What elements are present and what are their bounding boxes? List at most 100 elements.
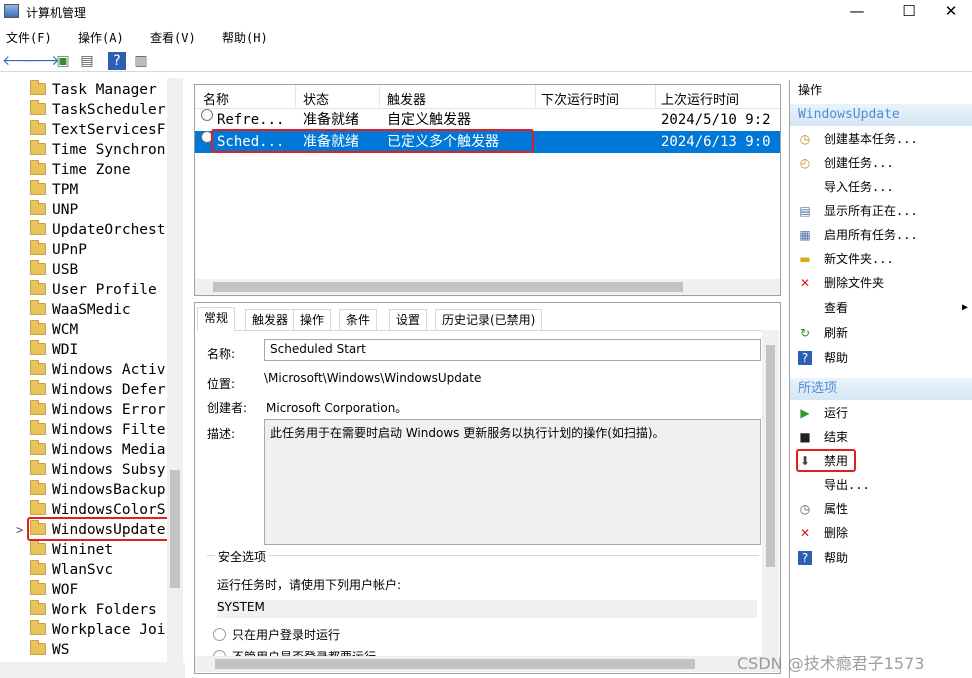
tree-item[interactable]: TaskScheduler	[30, 100, 166, 120]
forward-arrow-icon[interactable]: 🡒	[22, 52, 60, 70]
tab-triggers[interactable]: 触发器	[245, 309, 296, 331]
folder-icon	[30, 640, 46, 655]
highlight-box-task	[211, 129, 534, 153]
action-properties[interactable]: ◷ 属性	[790, 498, 972, 520]
action-run[interactable]: ▶ 运行	[790, 402, 972, 424]
action-export[interactable]: 导出...	[790, 474, 972, 496]
actions-header: 操作	[798, 83, 823, 97]
menu-action[interactable]: 操作(A)	[78, 29, 124, 46]
radio-logged-on-only[interactable]: 只在用户登录时运行	[213, 626, 340, 643]
action-enable-history[interactable]: ▦ 启用所有任务...	[790, 224, 972, 246]
menu-view[interactable]: 查看(V)	[150, 29, 196, 46]
tree-item[interactable]: Wininet	[30, 540, 113, 560]
column-divider[interactable]	[535, 85, 536, 109]
up-folder-icon[interactable]: ▣	[54, 52, 72, 70]
column-name[interactable]: 名称	[203, 89, 229, 108]
scroll-thumb[interactable]	[215, 659, 695, 669]
tab-actions[interactable]: 操作	[293, 309, 332, 331]
detail-vertical-scrollbar[interactable]	[762, 330, 779, 660]
tree-item[interactable]: Work Folders	[30, 600, 157, 620]
tree-item[interactable]: WS	[30, 640, 69, 660]
tree-item[interactable]: TextServicesF	[30, 120, 166, 140]
run-as-label: 运行任务时，请使用下列用户帐户:	[217, 578, 402, 592]
tree-item[interactable]: Windows Defer	[30, 380, 166, 400]
action-create-basic-task[interactable]: ◷ 创建基本任务...	[790, 128, 972, 150]
action-refresh[interactable]: ↻ 刷新	[790, 322, 972, 344]
tree-item[interactable]: WaaSMedic	[30, 300, 131, 320]
table-row[interactable]: Refre... 准备就绪 自定义触发器 2024/5/10 9:2	[195, 109, 780, 131]
action-help-selected[interactable]: ? 帮助	[790, 547, 972, 569]
show-hide-tree-icon[interactable]: ▤	[78, 52, 96, 70]
action-view[interactable]: 查看 ▶	[790, 297, 972, 319]
tab-history[interactable]: 历史记录(已禁用)	[435, 309, 543, 331]
tab-conditions[interactable]: 条件	[339, 309, 378, 331]
tab-general[interactable]: 常规	[197, 307, 236, 332]
action-end[interactable]: ■ 结束	[790, 426, 972, 448]
back-arrow-icon[interactable]: 🡐	[2, 52, 40, 70]
tree-item[interactable]: UpdateOrchest	[30, 220, 166, 240]
tree-expander-icon[interactable]: >	[16, 520, 23, 540]
tree-item[interactable]: TPM	[30, 180, 78, 200]
actions-section-selected-item[interactable]: 所选项	[790, 378, 972, 400]
action-delete[interactable]: ✕ 删除	[790, 522, 972, 544]
folder-icon	[30, 320, 46, 335]
column-divider[interactable]	[655, 85, 656, 109]
tree-item[interactable]: USB	[30, 260, 78, 280]
radio-button-icon[interactable]	[213, 628, 226, 641]
action-show-running-tasks[interactable]: ▤ 显示所有正在...	[790, 200, 972, 222]
menu-help[interactable]: 帮助(H)	[222, 29, 268, 46]
tab-settings[interactable]: 设置	[389, 309, 428, 331]
minimize-button[interactable]: —	[834, 0, 880, 24]
tree-horizontal-scrollbar[interactable]	[0, 662, 185, 678]
tree-item[interactable]: User Profile	[30, 280, 157, 300]
tree-item[interactable]: UNP	[30, 200, 78, 220]
tree-item[interactable]: WCM	[30, 320, 78, 340]
tree-item[interactable]: Workplace Joi	[30, 620, 166, 640]
tree-item[interactable]: Windows Activ	[30, 360, 166, 380]
tree-item[interactable]: WindowsBackup	[30, 480, 166, 500]
action-new-folder[interactable]: ▬ 新文件夹...	[790, 248, 972, 270]
tree-item[interactable]: UPnP	[30, 240, 87, 260]
show-hide-action-pane-icon[interactable]: ▥	[132, 52, 150, 70]
author-value: Microsoft Corporation。	[266, 401, 408, 415]
column-status[interactable]: 状态	[303, 89, 329, 108]
tree-item[interactable]: WlanSvc	[30, 560, 113, 580]
actions-pane: 操作 WindowsUpdate ◷ 创建基本任务... ◴ 创建任务... 导入任…	[789, 80, 972, 678]
tree-item[interactable]: Windows Media	[30, 440, 166, 460]
tree-item[interactable]: Time Synchron	[30, 140, 166, 160]
action-create-task[interactable]: ◴ 创建任务...	[790, 152, 972, 174]
column-trigger[interactable]: 触发器	[387, 89, 426, 108]
column-last-run[interactable]: 上次运行时间	[661, 89, 739, 108]
description-label: 描述:	[207, 427, 236, 441]
action-help[interactable]: ? 帮助	[790, 347, 972, 369]
action-import-task[interactable]: 导入任务...	[790, 176, 972, 198]
close-button[interactable]: ✕	[928, 0, 972, 24]
detail-tabs: 常规 触发器 操作 条件 设置 历史记录(已禁用)	[195, 307, 780, 332]
tree-item[interactable]: WOF	[30, 580, 78, 600]
tree-item[interactable]: Windows Subsy	[30, 460, 166, 480]
tree-item[interactable]: Windows Filte	[30, 420, 166, 440]
action-delete-folder[interactable]: ✕ 删除文件夹	[790, 272, 972, 294]
maximize-button[interactable]: ☐	[886, 0, 932, 24]
folder-icon	[30, 600, 46, 615]
help-icon[interactable]: ?	[108, 52, 126, 70]
scroll-thumb[interactable]	[766, 345, 775, 567]
actions-section-windowsupdate[interactable]: WindowsUpdate	[790, 104, 972, 126]
detail-horizontal-scrollbar[interactable]	[195, 656, 780, 672]
tree-item[interactable]: Windows Error	[30, 400, 166, 420]
scroll-thumb[interactable]	[170, 470, 180, 588]
folder-icon: ▬	[799, 252, 811, 266]
column-divider[interactable]	[379, 85, 380, 109]
description-field[interactable]: 此任务用于在需要时启动 Windows 更新服务以执行计划的操作(如扫描)。	[264, 419, 761, 545]
name-field[interactable]: Scheduled Start	[264, 339, 761, 361]
scroll-thumb[interactable]	[213, 282, 683, 292]
tree-item[interactable]: Time Zone	[30, 160, 131, 180]
menu-file[interactable]: 文件(F)	[6, 29, 52, 46]
column-divider[interactable]	[295, 85, 296, 109]
task-list-horizontal-scrollbar[interactable]	[195, 279, 780, 295]
folder-icon	[30, 580, 46, 595]
tree-vertical-scrollbar[interactable]	[167, 78, 183, 662]
tree-item[interactable]: Task Manager	[30, 80, 157, 100]
column-next-run[interactable]: 下次运行时间	[541, 89, 619, 108]
tree-item[interactable]: WDI	[30, 340, 78, 360]
